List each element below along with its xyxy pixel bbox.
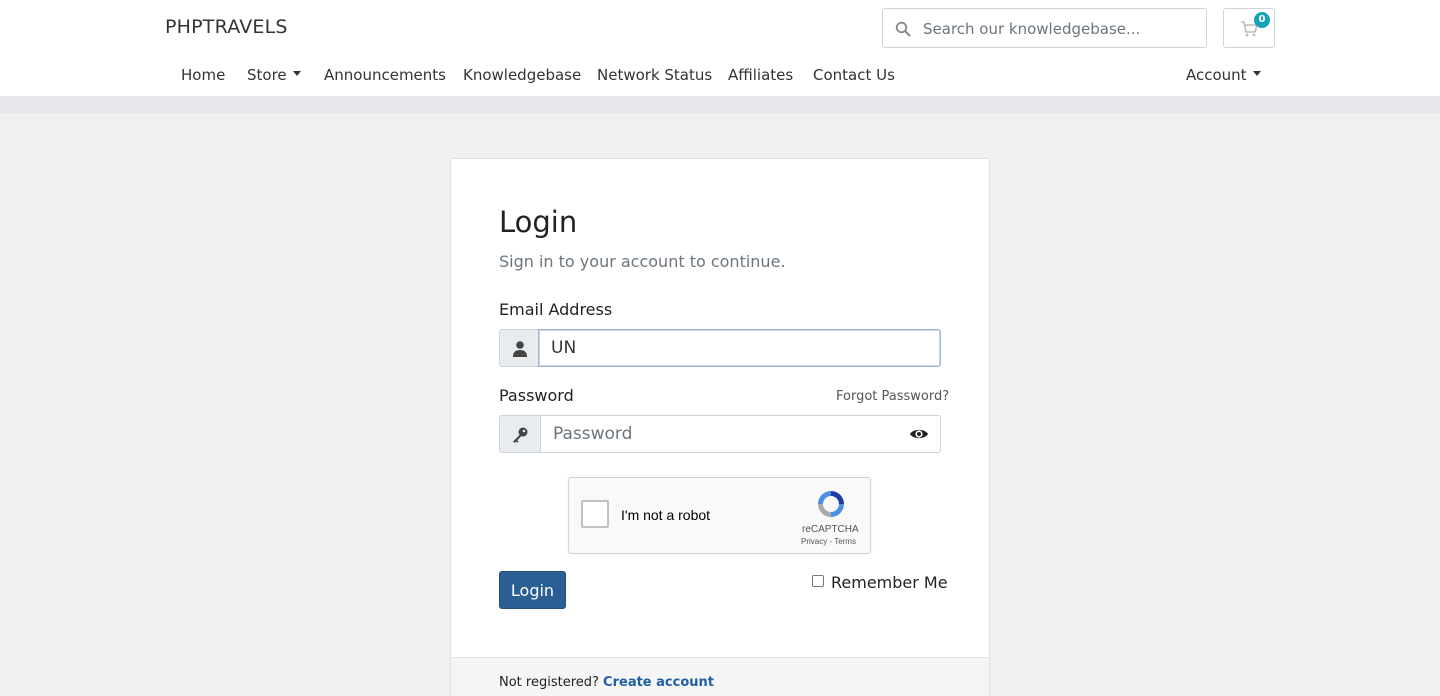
nav-account-label: Account <box>1186 66 1247 84</box>
card-footer: Not registered? Create account <box>451 657 989 696</box>
nav-home[interactable]: Home <box>181 66 225 84</box>
knowledgebase-search <box>882 8 1207 48</box>
register-prompt-text: Not registered? <box>499 675 599 690</box>
create-account-link[interactable]: Create account <box>603 675 714 690</box>
login-card: Login Sign in to your account to continu… <box>450 158 990 696</box>
main-nav: Home Store Announcements Knowledgebase N… <box>0 58 1440 94</box>
nav-knowledgebase[interactable]: Knowledgebase <box>463 66 581 84</box>
password-addon <box>499 415 541 453</box>
site-logo[interactable]: PHPTRAVELS <box>165 16 288 38</box>
page-subtitle: Sign in to your account to continue. <box>499 252 786 271</box>
recaptcha-label: I'm not a robot <box>621 507 711 523</box>
nav-affiliates[interactable]: Affiliates <box>728 66 793 84</box>
register-prompt: Not registered? Create account <box>499 675 714 690</box>
email-addon <box>499 329 539 367</box>
password-input-group <box>499 415 941 453</box>
recaptcha-brand: reCAPTCHA <box>802 524 859 535</box>
password-label: Password <box>499 386 574 405</box>
cart-count-badge: 0 <box>1254 12 1270 28</box>
nav-announcements[interactable]: Announcements <box>324 66 446 84</box>
email-label: Email Address <box>499 300 613 319</box>
recaptcha-privacy-terms[interactable]: Privacy - Terms <box>801 537 856 546</box>
recaptcha-widget: I'm not a robot reCAPTCHA Privacy - Term… <box>568 477 871 554</box>
email-input-group <box>499 329 941 367</box>
nav-account[interactable]: Account <box>1186 66 1261 84</box>
cart-button[interactable]: 0 <box>1223 8 1275 48</box>
nav-contact-us[interactable]: Contact Us <box>813 66 895 84</box>
show-password-eye-icon[interactable] <box>909 426 929 442</box>
recaptcha-checkbox[interactable] <box>581 500 609 528</box>
chevron-down-icon <box>292 71 301 76</box>
remember-me-label[interactable]: Remember Me <box>831 573 948 592</box>
login-button[interactable]: Login <box>499 571 566 609</box>
header-divider-band <box>0 96 1440 113</box>
nav-store[interactable]: Store <box>247 66 301 84</box>
site-header: PHPTRAVELS 0 Home Store Announcements Kn… <box>0 0 1440 96</box>
page-title: Login <box>499 205 578 239</box>
search-input[interactable] <box>923 15 1199 43</box>
remember-me-checkbox[interactable] <box>812 575 824 587</box>
forgot-password-link[interactable]: Forgot Password? <box>836 389 949 404</box>
nav-network-status[interactable]: Network Status <box>597 66 712 84</box>
key-icon <box>513 427 528 443</box>
nav-store-label: Store <box>247 66 287 84</box>
user-icon <box>513 341 527 357</box>
email-field[interactable] <box>538 329 941 367</box>
search-icon <box>895 21 911 37</box>
password-field[interactable] <box>540 415 941 453</box>
chevron-down-icon <box>1252 71 1261 76</box>
recaptcha-logo-icon <box>818 491 844 517</box>
